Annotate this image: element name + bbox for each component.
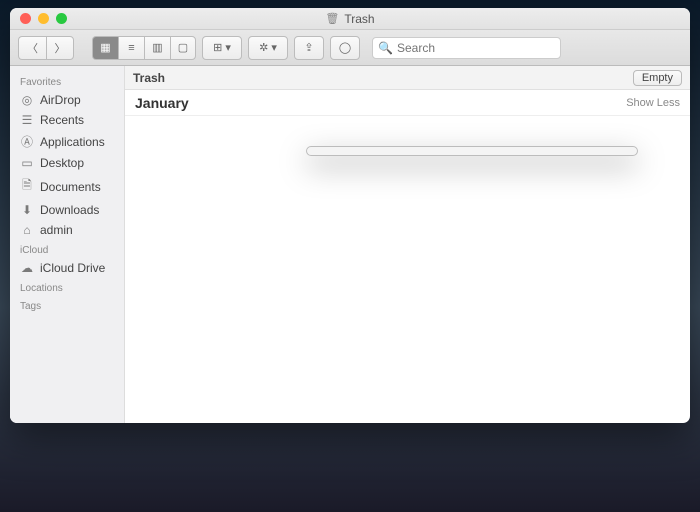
home-icon: ⌂ <box>20 223 34 237</box>
sidebar-item-airdrop[interactable]: ◎ AirDrop <box>10 90 124 110</box>
recents-icon: ☰ <box>20 113 34 127</box>
downloads-icon: ⬇ <box>20 203 34 217</box>
column-view-button[interactable]: ▥ <box>144 36 170 60</box>
back-button[interactable]: 〈 <box>18 36 46 60</box>
context-menu <box>306 146 638 156</box>
group-title: January <box>135 95 189 111</box>
search-icon: 🔍 <box>378 41 393 55</box>
sidebar-section-header: Favorites <box>10 72 124 90</box>
close-window-button[interactable] <box>20 13 31 24</box>
titlebar: 🗑 Trash <box>10 8 690 30</box>
sidebar-item-label: admin <box>40 223 73 237</box>
sidebar-item-recents[interactable]: ☰ Recents <box>10 110 124 130</box>
desktop-icon: ▭ <box>20 156 34 170</box>
trash-icon: 🗑 <box>325 12 339 25</box>
tags-button[interactable]: ◯ <box>330 36 360 60</box>
path-bar: Trash Empty <box>125 66 690 90</box>
sidebar-item-label: Documents <box>40 180 101 194</box>
search-area: 🔍 <box>372 37 682 59</box>
traffic-lights <box>10 13 67 24</box>
group-header: January Show Less <box>125 90 690 116</box>
sidebar-item-admin[interactable]: ⌂ admin <box>10 220 124 240</box>
action-menu-button[interactable]: ✲ ▾ <box>248 36 288 60</box>
forward-button[interactable]: 〉 <box>46 36 74 60</box>
sidebar-item-desktop[interactable]: ▭ Desktop <box>10 153 124 173</box>
sidebar: Favorites ◎ AirDrop ☰ Recents Ⓐ Applications ▭ D… <box>10 66 125 423</box>
applications-icon: Ⓐ <box>20 133 34 150</box>
minimize-window-button[interactable] <box>38 13 49 24</box>
airdrop-icon: ◎ <box>20 93 34 107</box>
window-title: 🗑 Trash <box>10 12 690 26</box>
sidebar-item-applications[interactable]: Ⓐ Applications <box>10 130 124 153</box>
nav-buttons: 〈 〉 <box>18 36 74 60</box>
view-mode-group: ▦ ≡ ▥ ▢ <box>92 36 196 60</box>
location-label: Trash <box>133 71 165 85</box>
sidebar-item-icloud-drive[interactable]: ☁ iCloud Drive <box>10 258 124 278</box>
sidebar-item-label: Downloads <box>40 203 99 217</box>
finder-window: 🗑 Trash 〈 〉 ▦ ≡ ▥ ▢ ⊞ ▾ ✲ ▾ ⇪ ◯ 🔍 Favori… <box>10 8 690 423</box>
share-button[interactable]: ⇪ <box>294 36 324 60</box>
gallery-view-button[interactable]: ▢ <box>170 36 196 60</box>
sidebar-item-label: Recents <box>40 113 84 127</box>
search-input[interactable] <box>372 37 561 59</box>
zoom-window-button[interactable] <box>56 13 67 24</box>
file-grid <box>125 116 690 423</box>
sidebar-section-header: Locations <box>10 278 124 296</box>
toolbar: 〈 〉 ▦ ≡ ▥ ▢ ⊞ ▾ ✲ ▾ ⇪ ◯ 🔍 <box>10 30 690 66</box>
icloud-icon: ☁ <box>20 261 34 275</box>
show-less-button[interactable]: Show Less <box>626 97 680 109</box>
list-view-button[interactable]: ≡ <box>118 36 144 60</box>
icon-view-button[interactable]: ▦ <box>92 36 118 60</box>
sidebar-section-header: Tags <box>10 296 124 314</box>
sidebar-item-label: AirDrop <box>40 93 81 107</box>
main-pane: Trash Empty January Show Less <box>125 66 690 423</box>
documents-icon: 🗎 <box>20 176 34 197</box>
window-title-text: Trash <box>344 12 374 26</box>
empty-trash-button[interactable]: Empty <box>633 70 682 86</box>
group-by-button[interactable]: ⊞ ▾ <box>202 36 242 60</box>
sidebar-item-downloads[interactable]: ⬇ Downloads <box>10 200 124 220</box>
sidebar-section-header: iCloud <box>10 240 124 258</box>
sidebar-item-label: Applications <box>40 135 105 149</box>
sidebar-item-label: iCloud Drive <box>40 261 105 275</box>
sidebar-item-label: Desktop <box>40 156 84 170</box>
sidebar-item-documents[interactable]: 🗎 Documents <box>10 173 124 200</box>
